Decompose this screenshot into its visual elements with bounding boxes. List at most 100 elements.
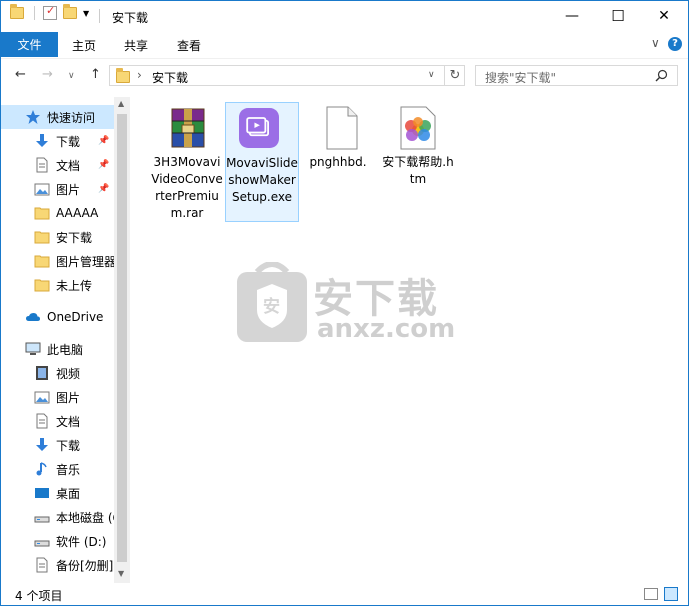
sidebar-item[interactable]: 安下载 — [1, 225, 114, 249]
sidebar-item[interactable]: 快速访问 — [1, 105, 114, 129]
document-icon — [34, 157, 50, 173]
sidebar-item[interactable]: OneDrive — [1, 305, 114, 329]
folder-icon — [116, 68, 130, 83]
sidebar-item[interactable]: 文档 📌 — [1, 153, 114, 177]
sidebar-item-label: 文档 — [56, 414, 81, 429]
sidebar-item[interactable]: 文档 — [1, 409, 114, 433]
file-item[interactable]: 安下载帮助.htm — [381, 102, 455, 222]
address-path: 安下载 — [152, 71, 189, 85]
movavi-app-icon — [239, 108, 279, 148]
back-arrow-icon[interactable]: ← — [15, 67, 26, 82]
video-icon — [34, 365, 50, 381]
sidebar-item-label: 图片 — [56, 390, 81, 405]
sidebar-item-label: 此电脑 — [47, 342, 84, 357]
close-button[interactable]: ✕ — [641, 1, 687, 31]
details-view-icon[interactable] — [644, 588, 658, 600]
tab-file[interactable]: 文件 — [1, 32, 58, 57]
path-separator-icon: › — [137, 68, 142, 82]
tab-share[interactable]: 共享 — [124, 37, 148, 54]
drive-icon — [34, 533, 50, 549]
sidebar-item-label: AAAAA — [56, 206, 99, 220]
title-bar: ✓ ▼ 安下载 — ☐ ✕ — [1, 1, 688, 32]
item-count: 4 个项目 — [15, 589, 63, 603]
sidebar-item[interactable]: 图片 📌 — [1, 177, 114, 201]
up-arrow-icon[interactable]: ↑ — [90, 67, 101, 82]
sidebar-item-label: 文档 — [56, 158, 81, 173]
file-item[interactable]: 3H3MovaviVideoConverterPremium.rar — [150, 102, 224, 222]
sidebar-item[interactable]: AAAAA — [1, 201, 114, 225]
search-icon — [655, 69, 668, 82]
pin-icon: 📌 — [98, 184, 110, 194]
folder-icon — [34, 253, 50, 269]
recent-locations-icon[interactable]: ∨ — [68, 71, 75, 81]
ribbon-collapse-icon[interactable]: ∨ — [651, 36, 660, 50]
file-name: pnghhbd. — [309, 155, 367, 169]
scrollbar-thumb[interactable] — [117, 114, 127, 562]
sidebar-item-label: 图片 — [56, 182, 81, 197]
file-item[interactable]: pnghhbd. — [301, 102, 375, 222]
file-name: MovaviSlideshowMakerSetup.exe — [226, 156, 298, 204]
folder-icon — [34, 229, 50, 245]
large-icons-view-icon[interactable] — [664, 587, 678, 601]
sidebar-item-label: 下载 — [56, 134, 81, 149]
search-input[interactable]: 搜索"安下载" — [485, 69, 556, 86]
scroll-down-icon[interactable]: ▼ — [118, 569, 124, 578]
file-name: 3H3MovaviVideoConverterPremium.rar — [151, 155, 223, 220]
address-dropdown-icon[interactable]: ∨ — [428, 70, 435, 80]
computer-icon — [25, 341, 41, 357]
sidebar-item[interactable]: 此电脑 — [1, 337, 114, 361]
download-arrow-icon — [34, 437, 50, 453]
sidebar-item[interactable]: 音乐 — [1, 457, 114, 481]
sidebar-item[interactable]: 下载 📌 — [1, 129, 114, 153]
sidebar-item-label: OneDrive — [47, 310, 104, 324]
forward-arrow-icon[interactable]: → — [42, 67, 53, 82]
sidebar-item[interactable]: 桌面 — [1, 481, 114, 505]
minimize-button[interactable]: — — [549, 1, 595, 31]
music-icon — [34, 461, 50, 477]
sidebar-item[interactable]: 备份[勿删] — [1, 553, 114, 577]
refresh-icon[interactable]: ↻ — [444, 66, 465, 85]
sidebar-item[interactable]: 软件 (D:) — [1, 529, 114, 553]
tab-view[interactable]: 查看 — [177, 37, 201, 54]
sidebar-item-label: 未上传 — [56, 278, 93, 293]
watermark-shield-char: 安 — [263, 297, 280, 317]
sidebar-item-label: 桌面 — [56, 486, 81, 501]
maximize-button[interactable]: ☐ — [595, 1, 641, 31]
address-bar[interactable]: › 安下载 ∨ ↻ — [109, 65, 465, 86]
sidebar-item[interactable]: 本地磁盘 (C — [1, 505, 114, 529]
file-item[interactable]: MovaviSlideshowMakerSetup.exe — [225, 102, 299, 222]
picture-icon — [34, 181, 50, 197]
watermark-text-en: anxz.com — [317, 314, 456, 344]
sidebar-item-label: 音乐 — [56, 462, 81, 477]
sidebar-item[interactable]: 视频 — [1, 361, 114, 385]
blank-file-icon — [326, 106, 358, 150]
sidebar-item-label: 软件 (D:) — [56, 534, 107, 549]
tab-home[interactable]: 主页 — [72, 37, 96, 54]
watermark-logo: 安 安下载 anxz.com — [237, 261, 567, 347]
sidebar-item-label: 备份[勿删] — [56, 558, 114, 573]
winrar-archive-icon — [171, 108, 205, 148]
sidebar-item-label: 图片管理器 — [56, 254, 114, 269]
sidebar-scrollbar[interactable]: ▲ ▼ — [114, 97, 130, 583]
sidebar-item-label: 安下载 — [56, 230, 93, 245]
explorer-window: ✓ ▼ 安下载 — ☐ ✕ 文件 主页 共享 查看 ∨ ? ← → ∨ ↑ › … — [0, 0, 689, 606]
sidebar-item-label: 本地磁盘 (C — [56, 510, 114, 525]
help-icon[interactable]: ? — [668, 37, 682, 51]
folder-icon — [10, 4, 24, 19]
sidebar-item-label: 快速访问 — [47, 110, 96, 125]
document-icon — [34, 557, 50, 573]
customize-dropdown-icon[interactable]: ▼ — [83, 9, 89, 18]
sidebar-item[interactable]: 图片 — [1, 385, 114, 409]
status-bar: 4 个项目 — [1, 583, 688, 605]
window-title: 安下载 — [112, 11, 149, 25]
properties-checkbox-icon[interactable]: ✓ — [43, 4, 57, 20]
folder-icon — [34, 277, 50, 293]
scroll-up-icon[interactable]: ▲ — [118, 99, 124, 108]
sidebar-item[interactable]: 图片管理器 — [1, 249, 114, 273]
search-box[interactable]: 搜索"安下载" — [475, 65, 678, 86]
folder-icon — [34, 205, 50, 221]
new-folder-icon[interactable] — [63, 4, 77, 19]
navigation-pane: 快速访问 下载 📌 文档 📌 图片 📌 AAAAA 安下载 图片管理器 未上传 OneDrive 此电脑… — [1, 97, 130, 583]
sidebar-item[interactable]: 未上传 — [1, 273, 114, 297]
sidebar-item[interactable]: 下载 — [1, 433, 114, 457]
